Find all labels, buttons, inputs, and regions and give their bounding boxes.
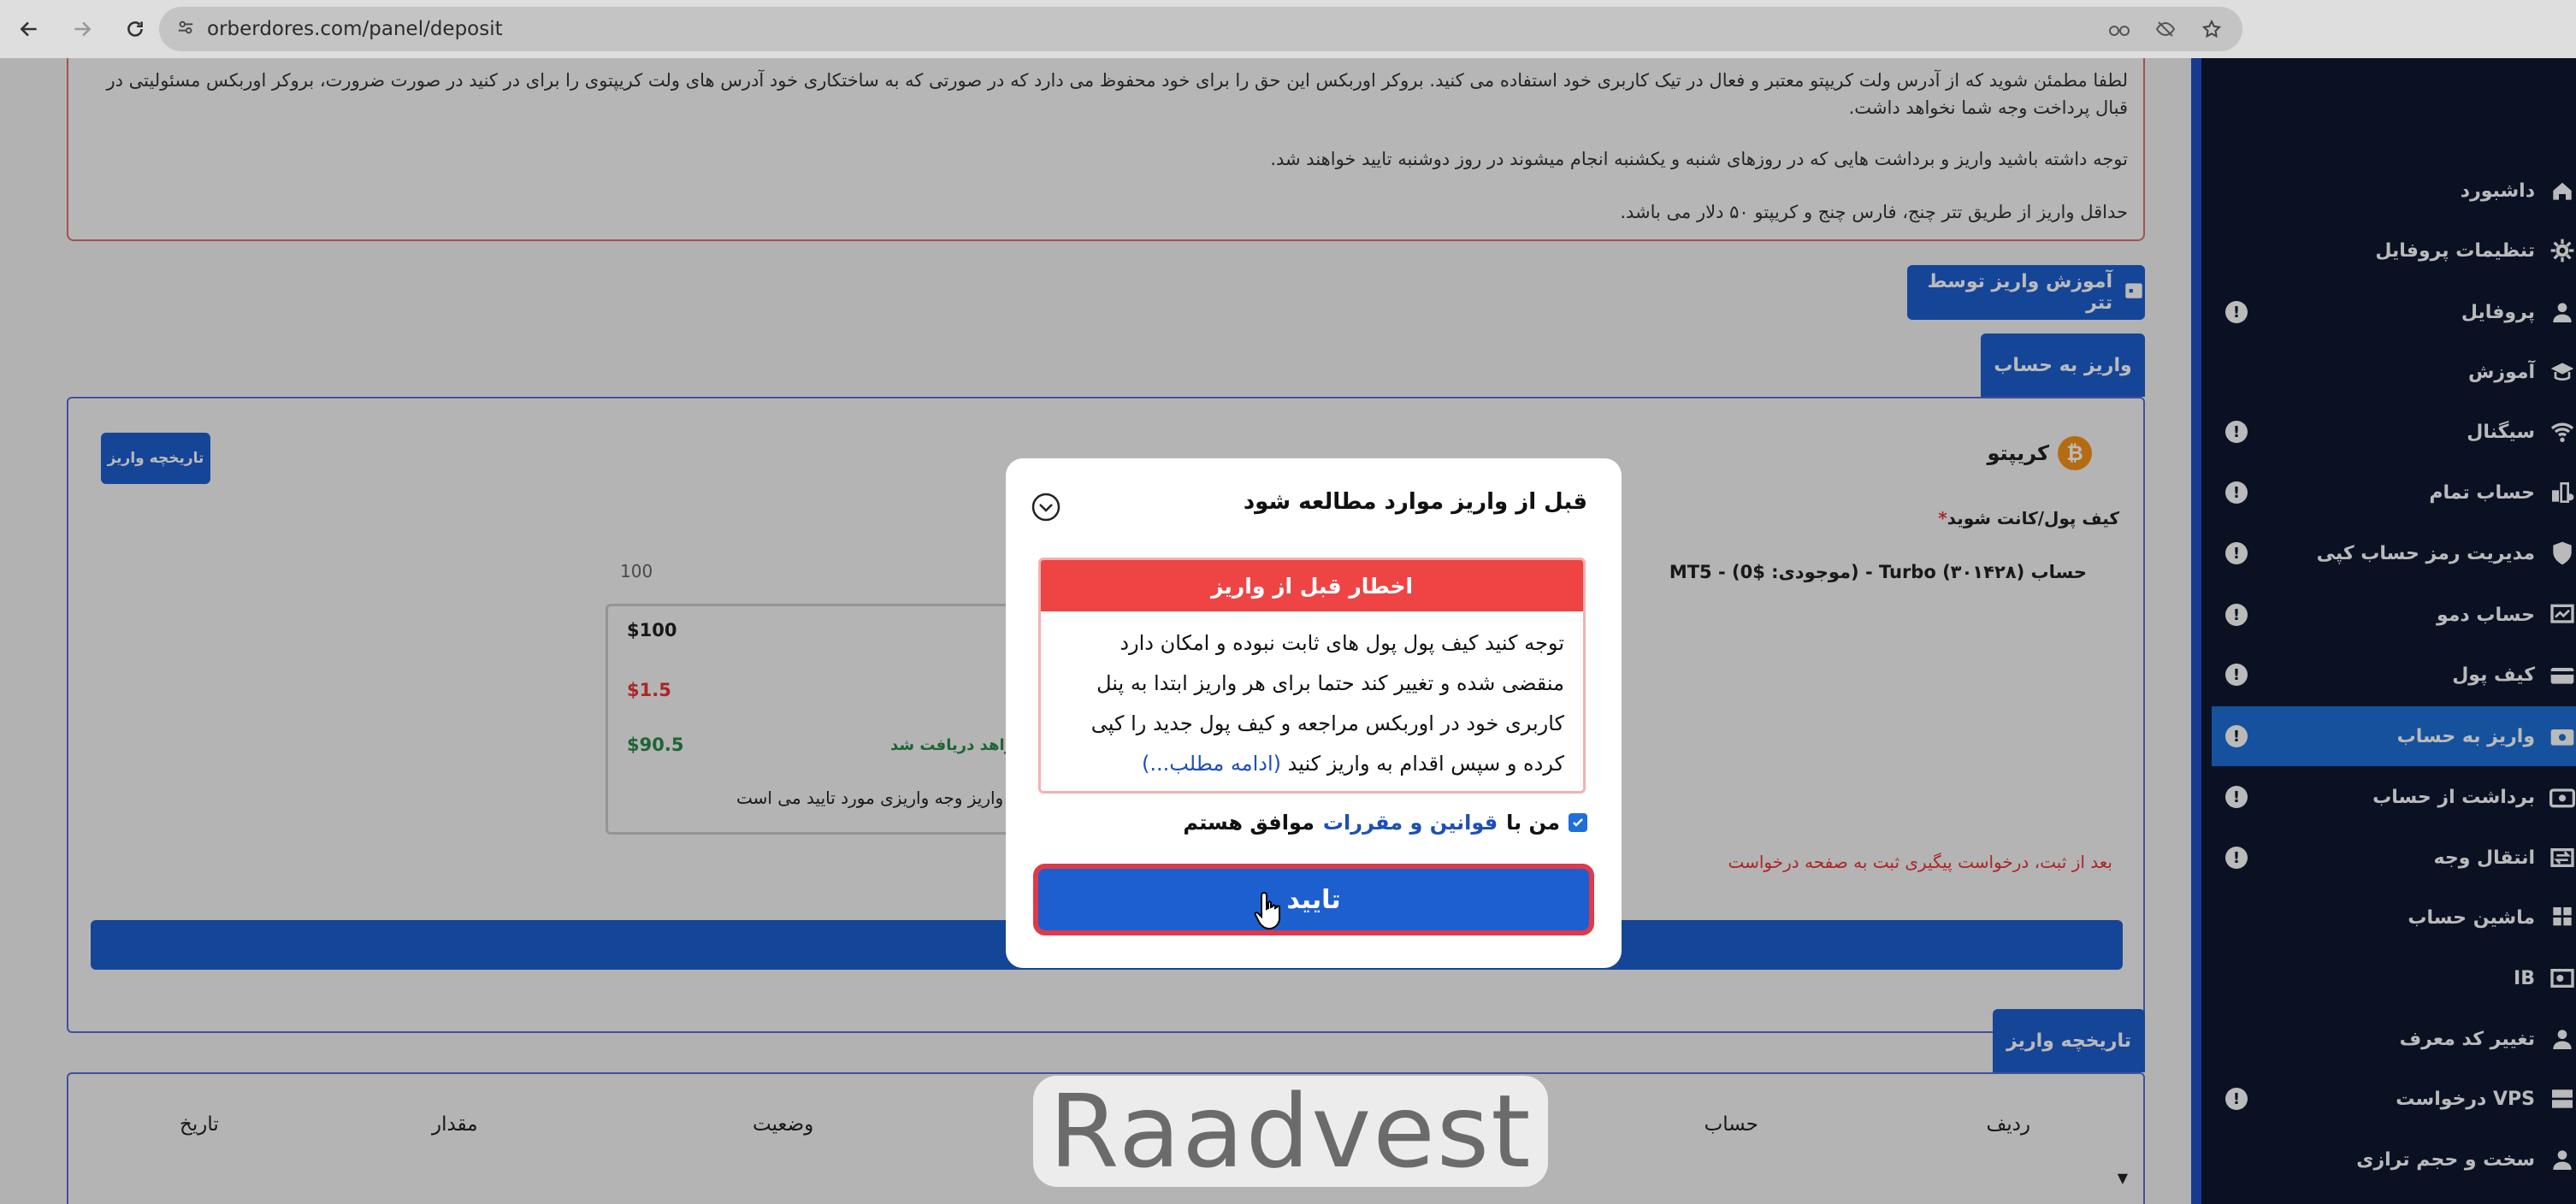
- deposit-warning-modal: قبل از واریز موارد مطالعه شود اخطار قبل …: [1006, 458, 1622, 968]
- site-settings-icon[interactable]: [176, 18, 195, 40]
- forward-icon[interactable]: [65, 12, 99, 46]
- confirm-button[interactable]: تایید: [1033, 864, 1594, 935]
- url-text: orberdores.com/panel/deposit: [207, 18, 503, 40]
- close-icon[interactable]: [1030, 491, 1062, 523]
- warning-body: توجه کنید کیف پول پول های ثابت نبوده و ا…: [1041, 611, 1583, 784]
- incognito-icon[interactable]: [2107, 17, 2131, 41]
- hand-cursor-icon: [1254, 889, 1288, 935]
- modal-title: قبل از واریز موارد مطالعه شود: [1243, 489, 1587, 515]
- terms-link[interactable]: قوانین و مقررات: [1323, 811, 1498, 835]
- warning-header: اخطار قبل از واریز: [1041, 560, 1583, 611]
- bookmark-star-icon[interactable]: [2200, 17, 2224, 41]
- agree-prefix: من با: [1506, 811, 1560, 835]
- reload-icon[interactable]: [118, 12, 152, 46]
- read-more-link[interactable]: (ادامه مطلب...): [1142, 752, 1281, 776]
- terms-checkbox[interactable]: [1569, 813, 1587, 832]
- warning-box: اخطار قبل از واریز توجه کنید کیف پول پول…: [1038, 558, 1586, 794]
- watermark: Raadvest: [1033, 1072, 1548, 1190]
- back-icon[interactable]: [12, 12, 46, 46]
- eye-off-icon[interactable]: [2154, 17, 2177, 41]
- terms-agreement: من با قوانین و مقررات موافق هستم: [1183, 811, 1587, 835]
- address-bar[interactable]: orberdores.com/panel/deposit: [159, 7, 2242, 51]
- agree-suffix: موافق هستم: [1183, 811, 1315, 835]
- browser-toolbar: orberdores.com/panel/deposit: [0, 0, 2576, 58]
